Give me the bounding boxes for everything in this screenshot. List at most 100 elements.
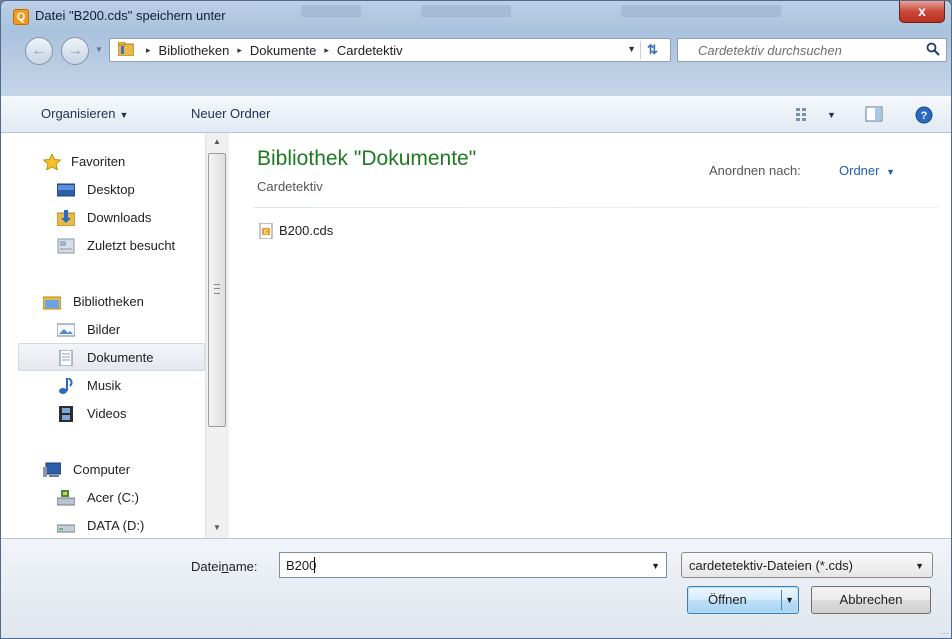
nav-item-favorites[interactable]: Favoriten — [43, 149, 126, 175]
nav-label: Bibliotheken — [73, 294, 144, 309]
command-bar: Organisieren ▼ Neuer Ordner ▼ ? — [1, 95, 951, 133]
breadcrumb-separator: ▸ — [324, 45, 329, 55]
nav-item-videos[interactable]: Videos — [59, 401, 127, 427]
forward-arrow-icon[interactable]: → — [61, 37, 89, 65]
nav-item-computer[interactable]: Computer — [43, 457, 131, 483]
breadcrumb-item-cardetektiv[interactable]: Cardetektiv — [337, 43, 403, 58]
recent-places-icon — [57, 238, 75, 254]
close-button[interactable]: x — [899, 1, 945, 23]
arrange-by-dropdown[interactable]: Ordner ▼ — [839, 163, 895, 178]
nav-item-drive-d[interactable]: DATA (D:) — [57, 513, 145, 539]
open-button[interactable]: Öffnen ▼ — [687, 586, 799, 614]
scrollbar-thumb[interactable] — [208, 153, 226, 427]
save-as-dialog: Q Datei "B200.cds" speichern unter x ← →… — [0, 0, 952, 639]
library-title: Bibliothek "Dokumente" — [257, 147, 477, 170]
nav-pane-scrollbar[interactable]: ▲ ▼ — [205, 133, 229, 538]
breadcrumb-separator: ▸ — [237, 45, 242, 55]
chevron-down-icon: ▼ — [886, 167, 896, 177]
computer-icon — [43, 462, 61, 477]
desktop-icon — [57, 183, 75, 197]
search-input[interactable]: Cardetektiv durchsuchen — [677, 38, 947, 62]
nav-label: Desktop — [87, 182, 135, 197]
nav-label: Videos — [87, 406, 127, 421]
filename-label: Dateiname: — [191, 559, 258, 574]
nav-item-libraries[interactable]: Bibliotheken — [43, 289, 144, 315]
open-button-label: Öffnen — [708, 592, 747, 607]
save-panel: Dateiname: B200 ▼ cardetetektiv-Dateien … — [1, 538, 951, 638]
organize-label: Organisieren — [41, 106, 116, 121]
filetype-select[interactable]: cardetetektiv-Dateien (*.cds) ▼ — [681, 552, 933, 578]
nav-label: Dokumente — [87, 350, 154, 365]
recent-pages-dropdown[interactable]: ▼ — [95, 45, 103, 54]
preview-pane-icon[interactable] — [865, 106, 883, 122]
nav-item-recent[interactable]: Zuletzt besucht — [57, 233, 176, 259]
drive-icon — [57, 524, 75, 533]
nav-item-downloads[interactable]: Downloads — [57, 205, 152, 231]
resize-grip[interactable]: ⋯ — [941, 629, 949, 638]
chevron-down-icon: ▼ — [119, 110, 129, 120]
file-item[interactable]: C B200.cds — [259, 221, 333, 241]
cancel-button[interactable]: Abbrechen — [811, 586, 931, 614]
filetype-value: cardetetektiv-Dateien (*.cds) — [689, 558, 854, 573]
filename-value: B200 — [286, 558, 317, 573]
address-bar[interactable]: ▸ Bibliotheken ▸ Dokumente ▸ Cardetektiv… — [109, 38, 671, 62]
nav-item-music[interactable]: Musik — [59, 373, 121, 399]
nav-label: Bilder — [87, 322, 121, 337]
views-icon[interactable] — [795, 106, 813, 122]
arrange-by-value: Ordner — [839, 163, 880, 178]
nav-label: Computer — [73, 462, 131, 477]
music-icon — [59, 378, 73, 394]
background-blur — [621, 5, 781, 17]
scrollbar-grip — [214, 284, 220, 294]
title-bar[interactable]: Q Datei "B200.cds" speichern unter x — [1, 1, 951, 31]
window-title: Datei "B200.cds" speichern unter — [35, 8, 226, 23]
cds-file-icon: C — [259, 223, 273, 239]
refresh-icon[interactable]: ⇅ — [640, 41, 664, 59]
library-subtitle: Cardetektiv — [257, 179, 323, 194]
nav-label: Downloads — [87, 210, 152, 225]
magnifier-icon[interactable] — [926, 42, 940, 56]
nav-label: DATA (D:) — [87, 518, 145, 533]
nav-label: Acer (C:) — [87, 490, 139, 505]
search-placeholder: Cardetektiv durchsuchen — [698, 43, 842, 58]
file-list-pane: Bibliothek "Dokumente" Cardetektiv Anord… — [241, 133, 951, 538]
libraries-icon — [43, 296, 61, 310]
breadcrumb-item-bibliotheken[interactable]: Bibliotheken — [159, 43, 230, 58]
header-divider — [253, 207, 939, 208]
scroll-down-arrow[interactable]: ▼ — [206, 519, 228, 537]
arrange-by-label: Anordnen nach: — [709, 163, 801, 178]
nav-label: Favoriten — [71, 154, 126, 169]
filename-field[interactable]: B200 ▼ — [279, 552, 667, 578]
views-dropdown-icon[interactable]: ▼ — [827, 110, 836, 120]
pictures-icon — [57, 323, 75, 337]
open-options-arrow[interactable]: ▼ — [785, 587, 794, 613]
svg-text:C: C — [264, 230, 269, 236]
navigation-pane: Favoriten Desktop Downloads Zuletzt besu… — [1, 133, 229, 538]
breadcrumb-item-dokumente[interactable]: Dokumente — [250, 43, 316, 58]
organize-button[interactable]: Organisieren ▼ — [41, 106, 128, 121]
chevron-down-icon: ▼ — [915, 561, 924, 571]
address-dropdown-arrow[interactable]: ▼ — [627, 44, 636, 54]
star-icon — [43, 154, 61, 170]
breadcrumb-separator: ▸ — [146, 45, 151, 55]
background-blur — [421, 5, 511, 17]
file-name: B200.cds — [279, 223, 334, 238]
new-folder-button[interactable]: Neuer Ordner — [191, 106, 270, 121]
split-divider — [781, 590, 782, 610]
scroll-up-arrow[interactable]: ▲ — [206, 133, 228, 151]
filename-dropdown-arrow[interactable]: ▼ — [651, 561, 660, 571]
nav-item-pictures[interactable]: Bilder — [57, 317, 121, 343]
breadcrumb: ▸ Bibliotheken ▸ Dokumente ▸ Cardetektiv — [146, 43, 403, 58]
help-icon[interactable]: ? — [915, 106, 933, 124]
nav-label: Musik — [87, 378, 121, 393]
navigation-bar: ← → ▼ ▸ Bibliotheken ▸ Dokumente ▸ Carde… — [1, 31, 951, 69]
documents-icon — [59, 350, 73, 366]
nav-item-desktop[interactable]: Desktop — [57, 177, 135, 203]
back-arrow-icon[interactable]: ← — [25, 37, 53, 65]
nav-item-documents[interactable]: Dokumente — [59, 345, 154, 371]
nav-label: Zuletzt besucht — [87, 238, 176, 253]
folder-icon — [118, 42, 134, 56]
main-area: Favoriten Desktop Downloads Zuletzt besu… — [1, 133, 951, 538]
app-icon: Q — [13, 9, 29, 25]
nav-item-drive-c[interactable]: Acer (C:) — [57, 485, 139, 511]
